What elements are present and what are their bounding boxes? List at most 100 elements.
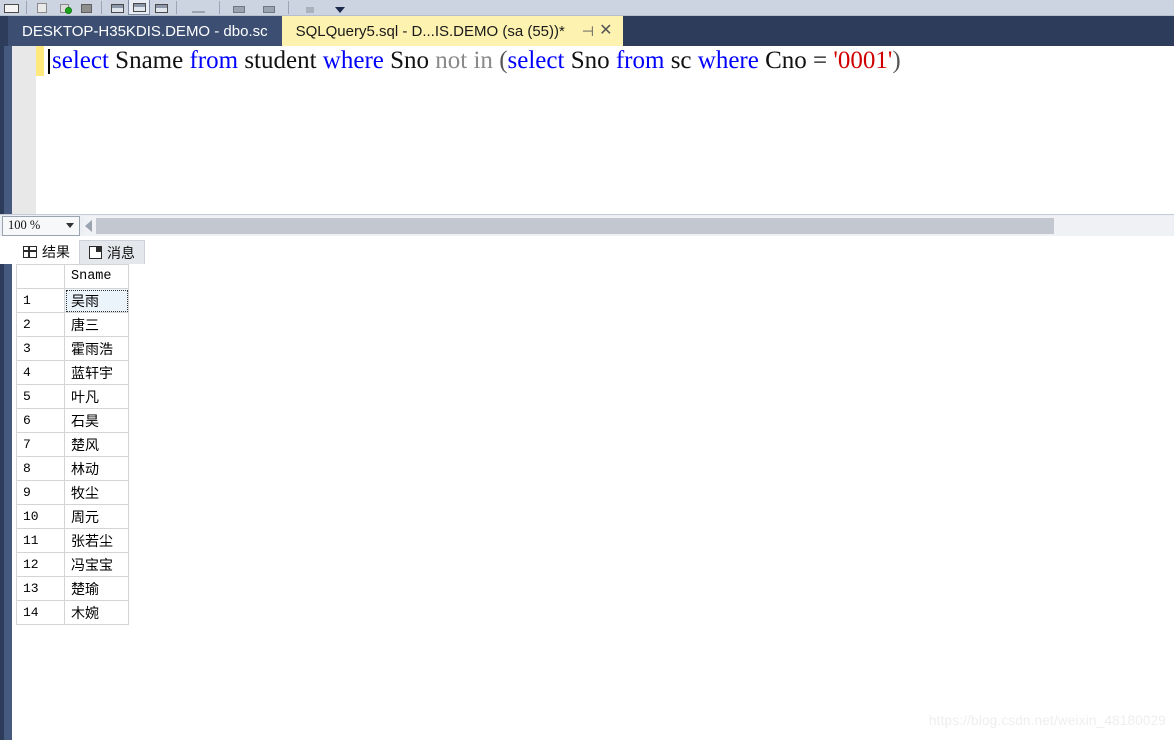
sname-cell[interactable]: 霍雨浩 — [64, 336, 129, 361]
chevron-down-icon[interactable] — [66, 223, 74, 228]
table-row[interactable]: 9 牧尘 — [16, 480, 129, 505]
tab-sqlquery5[interactable]: SQLQuery5.sql - D...IS.DEMO (sa (55))* ⊣… — [281, 16, 623, 46]
tab-messages[interactable]: 消息 — [79, 240, 145, 264]
row-number-cell[interactable]: 7 — [16, 432, 65, 457]
row-number-cell[interactable]: 14 — [16, 600, 65, 625]
toolbar-separator — [288, 1, 289, 14]
editor-text-area[interactable]: select Sname from student where Sno not … — [44, 46, 1174, 214]
text-caret — [48, 49, 50, 74]
sql-token-29: = — [813, 47, 828, 74]
code-line-1[interactable]: select Sname from student where Sno not … — [44, 46, 1174, 76]
close-icon[interactable]: ✕ — [597, 20, 615, 42]
sname-cell[interactable]: 叶凡 — [64, 384, 129, 409]
table-row[interactable]: 14 木婉 — [16, 600, 129, 625]
sname-cell[interactable]: 吴雨 — [64, 288, 129, 313]
sname-cell[interactable]: 石昊 — [64, 408, 129, 433]
scrollbar-track[interactable] — [96, 217, 1172, 234]
row-number-cell[interactable]: 8 — [16, 456, 65, 481]
row-number-cell[interactable]: 11 — [16, 528, 65, 553]
editor-horizontal-scrollbar[interactable] — [83, 215, 1172, 236]
row-number-cell[interactable]: 3 — [16, 336, 65, 361]
sname-cell[interactable]: 蓝轩宇 — [64, 360, 129, 385]
row-number-cell[interactable]: 13 — [16, 576, 65, 601]
table-row[interactable]: 11 张若尘 — [16, 528, 129, 553]
table-row[interactable]: 7 楚风 — [16, 432, 129, 457]
sname-cell[interactable]: 楚瑜 — [64, 576, 129, 601]
results-grid-container[interactable]: Sname 1 吴雨 2 唐三 3 霍雨浩 4 蓝轩宇 5 叶凡 6 石昊 7 楚风 8 林动 9 牧尘 10 周元 1… — [12, 264, 1174, 740]
watermark: https://blog.csdn.net/weixin_48180029 — [928, 713, 1166, 728]
row-number-cell[interactable]: 4 — [16, 360, 65, 385]
sql-token-23: sc — [670, 47, 692, 74]
comment-icon[interactable] — [293, 0, 327, 15]
tab-object-explorer-document[interactable]: DESKTOP-H35KDIS.DEMO - dbo.sc — [8, 16, 282, 46]
sname-cell[interactable]: 牧尘 — [64, 480, 129, 505]
table-row[interactable]: 13 楚瑜 — [16, 576, 129, 601]
sql-token-4: from — [189, 47, 239, 74]
save-icon[interactable] — [75, 0, 97, 15]
row-number-cell[interactable]: 1 — [16, 288, 65, 313]
sname-cell[interactable]: 木婉 — [64, 600, 129, 625]
row-number-cell[interactable]: 2 — [16, 312, 65, 337]
results-to-grid-icon[interactable] — [128, 0, 150, 15]
sname-cell[interactable]: 楚风 — [64, 432, 129, 457]
sql-token-25: where — [697, 47, 759, 74]
table-row[interactable]: 4 蓝轩宇 — [16, 360, 129, 385]
overflow-caret-icon[interactable] — [327, 0, 353, 15]
table-row[interactable]: 6 石昊 — [16, 408, 129, 433]
tab-results-label: 结果 — [42, 244, 70, 260]
window-icon[interactable] — [0, 0, 22, 15]
results-tab-bar: 结果 消息 — [0, 236, 1174, 264]
execute-icon[interactable] — [53, 0, 75, 15]
sql-token-0: select — [52, 47, 109, 74]
editor-gutter[interactable] — [12, 46, 36, 214]
row-number-cell[interactable]: 5 — [16, 384, 65, 409]
sname-cell[interactable]: 林动 — [64, 456, 129, 481]
tab-results[interactable]: 结果 — [14, 240, 79, 264]
table-row[interactable]: 3 霍雨浩 — [16, 336, 129, 361]
sname-cell[interactable]: 张若尘 — [64, 528, 129, 553]
pin-icon[interactable]: ⊣ — [579, 20, 597, 42]
table-row[interactable]: 1 吴雨 — [16, 288, 129, 313]
sql-token-10: Sno — [390, 47, 430, 74]
table-row[interactable]: 5 叶凡 — [16, 384, 129, 409]
table-row[interactable]: 10 周元 — [16, 504, 129, 529]
row-number-cell[interactable]: 12 — [16, 552, 65, 577]
column-header-sname[interactable]: Sname — [64, 264, 129, 289]
table-row[interactable]: 2 唐三 — [16, 312, 129, 337]
table-row[interactable]: 12 冯宝宝 — [16, 552, 129, 577]
toolbar — [0, 0, 1174, 16]
sname-cell[interactable]: 冯宝宝 — [64, 552, 129, 577]
column-header-rownum[interactable] — [16, 264, 65, 289]
indent-icon[interactable] — [224, 0, 254, 15]
new-query-icon[interactable] — [31, 0, 53, 15]
sname-cell[interactable]: 唐三 — [64, 312, 129, 337]
zoom-level-value: 100 % — [8, 218, 41, 232]
outdent-icon[interactable] — [254, 0, 284, 15]
document-tab-bar: DESKTOP-H35KDIS.DEMO - dbo.sc SQLQuery5.… — [0, 16, 1174, 46]
unsaved-change-indicator — [36, 46, 44, 76]
row-number-cell[interactable]: 6 — [16, 408, 65, 433]
sql-token-32: ) — [892, 47, 901, 74]
row-number-cell[interactable]: 10 — [16, 504, 65, 529]
dash-icon[interactable] — [181, 0, 215, 15]
tab-messages-label: 消息 — [107, 244, 135, 261]
scrollbar-thumb[interactable] — [96, 217, 1054, 234]
editor-left-rail-inner — [4, 46, 12, 214]
row-number-cell[interactable]: 9 — [16, 480, 65, 505]
sql-editor[interactable]: select Sname from student where Sno not … — [0, 46, 1174, 214]
results-grid-body: 1 吴雨 2 唐三 3 霍雨浩 4 蓝轩宇 5 叶凡 6 石昊 7 楚风 8 林动 9 牧尘 10 周元 11 张若尘 12… — [16, 288, 129, 625]
sql-token-6: student — [244, 47, 317, 74]
results-to-text-icon[interactable] — [106, 0, 128, 15]
sql-token-21: from — [615, 47, 665, 74]
table-row[interactable]: 8 林动 — [16, 456, 129, 481]
results-to-file-icon[interactable] — [150, 0, 172, 15]
sname-cell[interactable]: 周元 — [64, 504, 129, 529]
zoom-level-select[interactable]: 100 % — [2, 215, 80, 236]
toolbar-group-file — [0, 0, 106, 15]
results-grid[interactable]: Sname 1 吴雨 2 唐三 3 霍雨浩 4 蓝轩宇 5 叶凡 6 石昊 7 楚风 8 林动 9 牧尘 10 周元 1… — [16, 264, 129, 625]
toolbar-group-edit — [181, 0, 327, 15]
sql-token-19: Sno — [570, 47, 610, 74]
results-left-rail-inner — [4, 236, 12, 740]
editor-status-row: 100 % — [0, 214, 1174, 236]
scroll-left-arrow-icon[interactable] — [85, 219, 92, 232]
